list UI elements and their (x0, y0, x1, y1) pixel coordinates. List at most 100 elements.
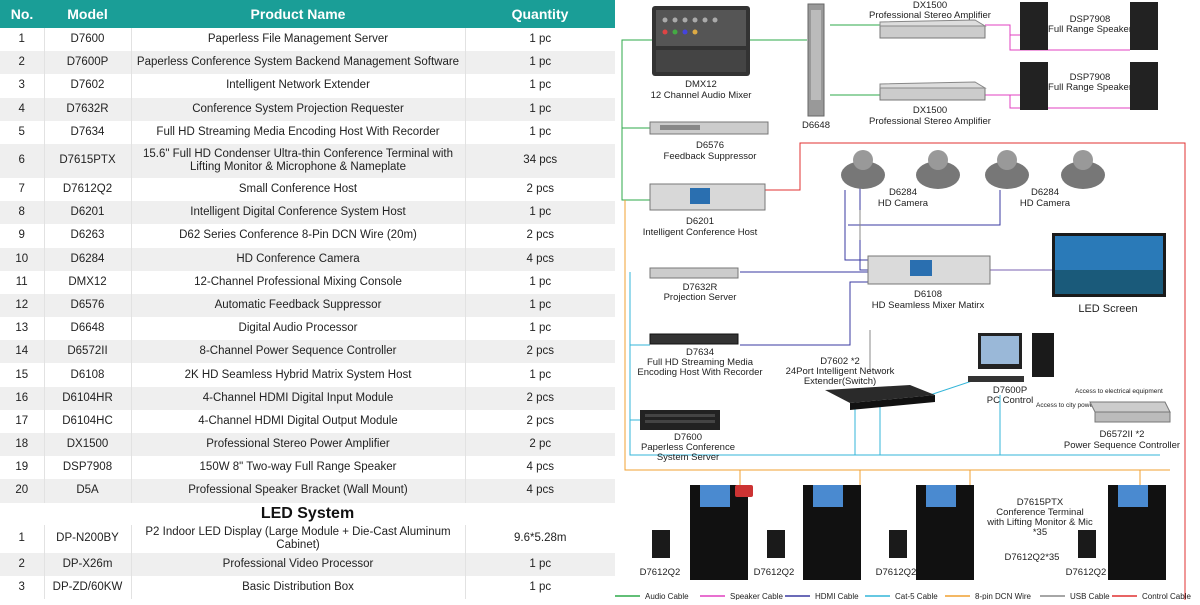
table-row: 18 DX1500 Professional Stereo Power Amplif… (0, 433, 615, 457)
d6108-image (867, 255, 991, 285)
table-row: 17 D6104HC 4-Channel HDMI Digital Output M… (0, 409, 615, 433)
d6576-image (649, 121, 769, 135)
led-table: 1 DP-N200BY P2 Indoor LED Display (Large M… (0, 524, 615, 599)
row-quantity: 4 pcs (465, 456, 615, 480)
row-model: DX1500 (44, 433, 132, 457)
row-model: D6104HC (44, 409, 132, 433)
row-no: 15 (0, 363, 45, 387)
table-row: 3 D7602 Intelligent Network Extender 1 pc (0, 74, 615, 98)
row-no: 1 (0, 524, 45, 553)
d7600p-pc-image (968, 333, 1054, 382)
row-product-name: 2K HD Seamless Hybrid Matrix System Host (131, 363, 466, 387)
row-quantity: 1 pc (465, 120, 615, 144)
row-no: 1 (0, 28, 45, 52)
legend-label: Control Cable (1142, 592, 1191, 600)
row-quantity: 1 pc (465, 51, 615, 75)
dx1500-top-name: Professional Stereo Amplifier (869, 10, 991, 21)
table-row: 9 D6263 D62 Series Conference 8-Pin DCN Wi… (0, 224, 615, 248)
row-quantity: 1 pc (465, 97, 615, 121)
led-screen-image (1052, 233, 1166, 297)
row-product-name: Paperless File Management Server (131, 28, 466, 52)
d7634-line2: Encoding Host With Recorder (637, 367, 762, 378)
table-row: 7 D7612Q2 Small Conference Host 2 pcs (0, 177, 615, 202)
row-model: DMX12 (44, 270, 132, 294)
d7600p-name: PC Control (987, 395, 1033, 406)
legend-label: Speaker Cable (730, 592, 783, 600)
d6108-model: D6108 (914, 289, 942, 300)
d6576-name: Feedback Suppressor (664, 151, 757, 162)
row-product-name: Basic Distribution Box (131, 575, 466, 599)
d6648-label: D6648 (802, 120, 830, 131)
d7634-image (649, 333, 739, 345)
row-product-name: 4-Channel HDMI Digital Output Module (131, 409, 466, 433)
row-model: D6263 (44, 224, 132, 248)
led-screen-label: LED Screen (1078, 303, 1137, 315)
d6572-model: D6572II *2 (1100, 429, 1145, 440)
d6572-name: Power Sequence Controller (1064, 440, 1180, 451)
row-product-name: Intelligent Network Extender (131, 74, 466, 98)
row-model: D6648 (44, 317, 132, 341)
row-quantity: 1 pc (465, 28, 615, 52)
d7600-line2: System Server (657, 452, 719, 463)
table-row: 1 D7600 Paperless File Management Server 1 … (0, 28, 615, 52)
row-product-name: HD Conference Camera (131, 247, 466, 271)
row-model: D6108 (44, 363, 132, 387)
row-no: 5 (0, 120, 45, 144)
row-quantity: 34 pcs (465, 143, 615, 178)
row-no: 18 (0, 433, 45, 457)
row-product-name: 150W 8" Two-way Full Range Speaker (131, 456, 466, 480)
row-no: 12 (0, 293, 45, 318)
dsp-bottom-name: Full Range Speaker (1048, 82, 1132, 93)
row-product-name: Paperless Conference System Backend Mana… (131, 51, 466, 75)
table-row: 1 DP-N200BY P2 Indoor LED Display (Large M… (0, 524, 615, 553)
d7632r-name: Projection Server (664, 292, 737, 303)
table-row: 2 D7600P Paperless Conference System Backe… (0, 51, 615, 75)
row-product-name: 15.6" Full HD Condenser Ultra-thin Confe… (131, 143, 466, 178)
row-model: D6201 (44, 201, 132, 225)
row-model: DP-X26m (44, 552, 132, 576)
row-product-name: Professional Speaker Bracket (Wall Mount… (131, 479, 466, 503)
row-no: 14 (0, 340, 45, 364)
row-no: 3 (0, 575, 45, 599)
d7602-line3: Extender(Switch) (804, 376, 876, 387)
legend-label: 8-pin DCN Wire (975, 592, 1032, 600)
row-no: 3 (0, 74, 45, 98)
table-row: 11 DMX12 12-Channel Professional Mixing Co… (0, 270, 615, 294)
table-row: 10 D6284 HD Conference Camera 4 pcs (0, 247, 615, 271)
row-model: DP-ZD/60KW (44, 575, 132, 599)
d6201-model: D6201 (686, 216, 714, 227)
equipment-list: No. Model Product Name Quantity 1 D7600 Pa… (0, 0, 615, 600)
system-diagram: DMX12 12 Channel Audio Mixer D6648 DX150… (615, 0, 1200, 601)
row-model: D6104HR (44, 386, 132, 410)
access-electrical-label: Access to electrical equipment (1075, 388, 1163, 395)
led-system-title: LED System (260, 504, 355, 522)
d6108-name: HD Seamless Mixer Matirx (872, 300, 985, 311)
d6201-name: Intelligent Conference Host (643, 227, 758, 238)
row-model: DSP7908 (44, 456, 132, 480)
row-quantity: 2 pcs (465, 224, 615, 248)
table-row: 13 D6648 Digital Audio Processor 1 pc (0, 317, 615, 341)
row-quantity: 1 pc (465, 270, 615, 294)
dx1500-bottom-image (879, 81, 987, 101)
legend-label: USB Cable (1070, 592, 1110, 600)
d6648-processor-image (807, 3, 825, 117)
main-table-body: 1 D7600 Paperless File Management Server 1 … (0, 28, 615, 503)
table-row: 3 DP-ZD/60KW Basic Distribution Box 1 pc (0, 575, 615, 599)
row-quantity: 2 pc (465, 433, 615, 457)
row-model: D6284 (44, 247, 132, 271)
row-quantity: 1 pc (465, 575, 615, 599)
header-quantity: Quantity (465, 0, 615, 28)
row-product-name: 12-Channel Professional Mixing Console (131, 270, 466, 294)
table-row: 6 D7615PTX 15.6" Full HD Condenser Ultra-t… (0, 143, 615, 178)
cable-legend: Audio Cable Speaker Cable HDMI Cable Cat-5 … (615, 592, 1191, 601)
row-no: 10 (0, 247, 45, 271)
row-product-name: Full HD Streaming Media Encoding Host Wi… (131, 120, 466, 144)
row-product-name: Digital Audio Processor (131, 317, 466, 341)
header-product-name: Product Name (131, 0, 465, 28)
legend-label: Cat-5 Cable (895, 592, 938, 600)
table-row: 8 D6201 Intelligent Digital Conference Sys… (0, 201, 615, 225)
row-quantity: 1 pc (465, 363, 615, 387)
table-row: 2 DP-X26m Professional Video Processor 1 pc (0, 552, 615, 576)
d6576-model: D6576 (696, 140, 724, 151)
d6284-cameras (841, 150, 1105, 189)
